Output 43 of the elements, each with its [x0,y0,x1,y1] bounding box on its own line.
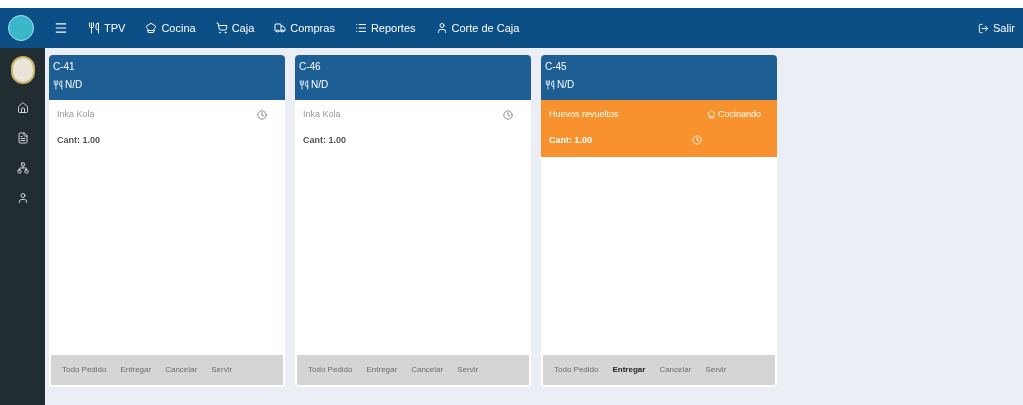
utensils-icon [299,79,309,90]
table-label: N/D [557,78,575,92]
avatar-icon [10,56,35,84]
item-name: Inka Kola [57,108,95,121]
item-name: Inka Kola [303,108,341,121]
status-label: Cocinando [717,108,761,121]
user-icon [435,22,448,34]
clock-icon [692,135,702,146]
logo-icon [8,15,34,41]
document-icon[interactable] [16,132,29,144]
utensils-icon [545,79,555,90]
chef-hat-icon [706,110,716,120]
utensils-icon [53,79,63,90]
quantity-text: Cant: 1.00 [549,133,592,147]
nav-link[interactable]: Corte de Caja [435,19,520,37]
logout-link[interactable]: Salir [978,19,1015,37]
sitemap-icon[interactable] [16,162,29,174]
list-icon [354,22,367,34]
order-code: C-41 [53,60,76,74]
quantity-text: Cant: 1.00 [303,133,346,147]
table-label: N/D [65,78,83,92]
order-code: C-45 [545,60,568,74]
nav-link[interactable]: TPV [88,19,126,37]
menu-icon[interactable] [54,21,68,35]
order-item[interactable]: Huevos revueltos Cocinando Cant: 1.00 [541,100,777,157]
nav-link[interactable]: Cocina [145,19,196,37]
truck-icon [274,22,287,34]
nav-link[interactable]: Reportes [354,19,416,37]
utensils-icon [88,22,100,34]
order-code: C-46 [299,60,322,74]
clock-icon [257,109,267,120]
quantity-text: Cant: 1.00 [57,133,100,147]
nav-link[interactable]: Caja [215,19,255,37]
action-button[interactable]: Entregar [607,361,651,379]
item-name: Huevos revueltos [549,108,619,121]
logout-icon [978,22,989,34]
table-label: N/D [311,78,329,92]
nav-link[interactable]: Compras [274,19,335,37]
home-icon[interactable] [16,102,29,114]
chef-hat-icon [145,22,158,34]
user-icon[interactable] [16,192,29,204]
cart-icon [215,22,228,34]
clock-icon [503,109,513,120]
